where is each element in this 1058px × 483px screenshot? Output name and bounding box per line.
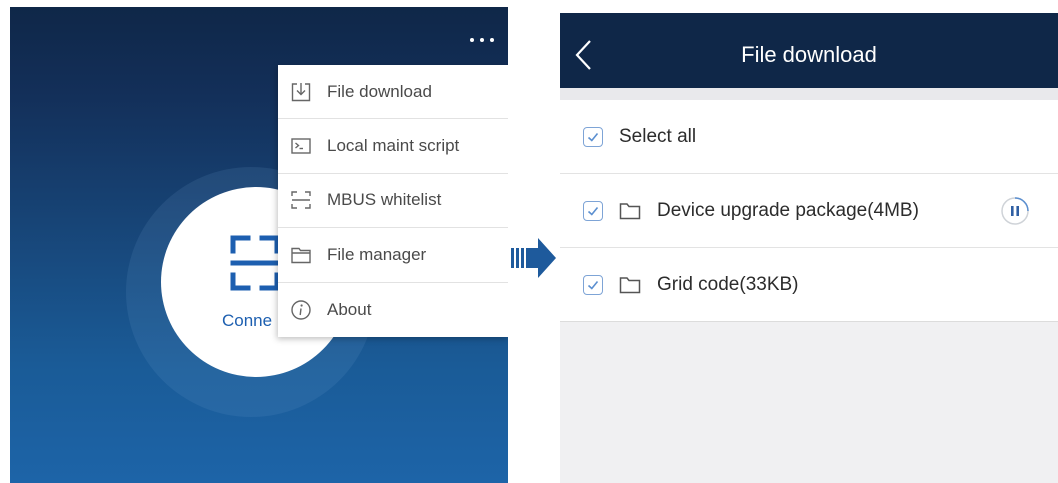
scan-frame-icon	[291, 191, 311, 210]
menu-item-about[interactable]: About	[278, 283, 508, 337]
header-separator	[560, 88, 1058, 100]
list-item[interactable]: Grid code(33KB)	[560, 248, 1058, 322]
menu-label: Local maint script	[327, 136, 460, 156]
menu-item-local-maint-script[interactable]: Local maint script	[278, 119, 508, 174]
file-download-screen: File download Select all Device upgrade …	[560, 13, 1058, 483]
title-bar: File download	[560, 13, 1058, 88]
folder-icon	[291, 247, 311, 264]
info-icon	[291, 300, 311, 320]
download-icon	[291, 82, 311, 101]
folder-icon	[619, 202, 641, 219]
pause-icon[interactable]	[1000, 196, 1030, 226]
folder-icon	[619, 276, 641, 293]
menu-item-file-manager[interactable]: File manager	[278, 228, 508, 283]
terminal-icon	[291, 138, 311, 154]
checkmark-icon	[587, 132, 599, 142]
select-all-row[interactable]: Select all	[560, 100, 1058, 174]
menu-label: About	[327, 299, 372, 319]
menu-label: MBUS whitelist	[327, 190, 442, 210]
overflow-menu: File download Local maint script MBUS wh…	[278, 65, 508, 337]
checkmark-icon	[587, 280, 599, 290]
select-all-label: Select all	[619, 125, 697, 147]
connect-label: Conne	[222, 311, 273, 330]
file-checkbox[interactable]	[583, 200, 603, 221]
menu-item-file-download[interactable]: File download	[278, 65, 508, 120]
checkmark-icon	[587, 206, 599, 216]
file-name: Grid code(33KB)	[657, 273, 799, 295]
file-checkbox[interactable]	[583, 274, 603, 295]
file-list: Select all Device upgrade package(4MB) G…	[560, 100, 1058, 322]
page-title: File download	[741, 42, 877, 67]
flow-arrow-icon	[511, 238, 556, 278]
home-screen: Conne File download Local maint script M…	[10, 7, 508, 483]
file-name: Device upgrade package(4MB)	[657, 199, 919, 221]
menu-label: File download	[327, 81, 432, 101]
more-dots-icon[interactable]	[470, 33, 494, 47]
screenshot-stage: Conne File download Local maint script M…	[0, 0, 1058, 483]
scan-icon	[230, 235, 280, 291]
menu-label: File manager	[327, 244, 427, 264]
select-all-checkbox[interactable]	[583, 126, 603, 147]
list-item[interactable]: Device upgrade package(4MB)	[560, 174, 1058, 248]
menu-item-mbus-whitelist[interactable]: MBUS whitelist	[278, 174, 508, 229]
